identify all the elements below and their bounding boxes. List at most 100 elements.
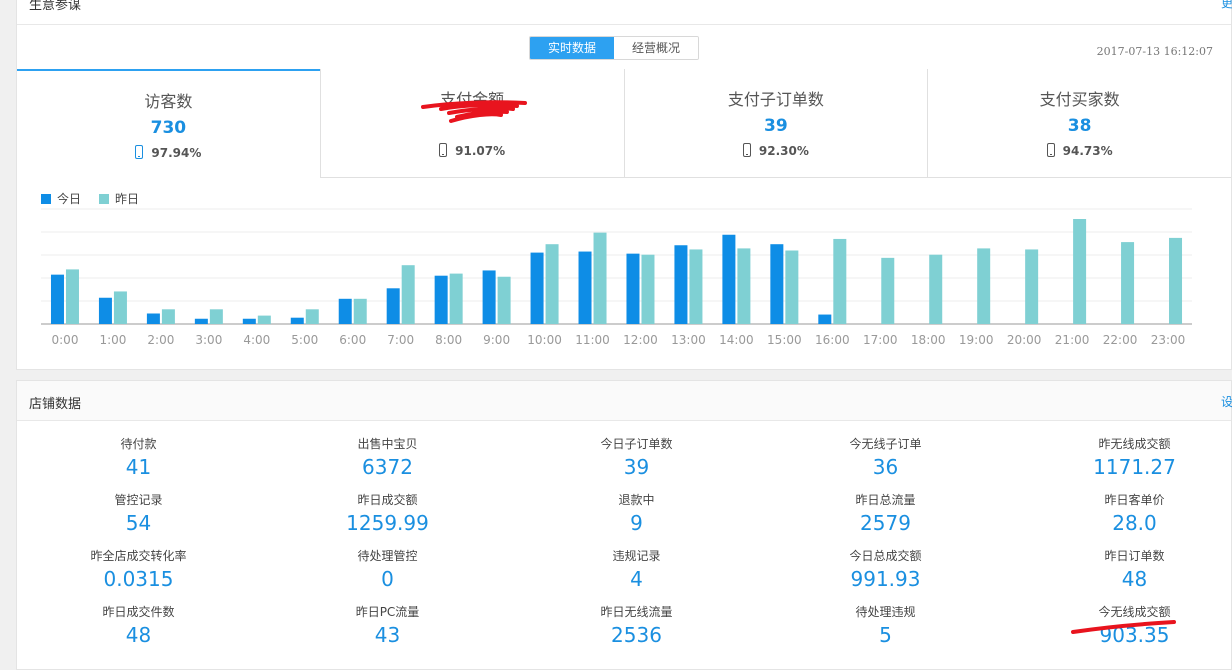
bar-yesterday-8:00[interactable] <box>449 273 463 324</box>
bar-yesterday-23:00[interactable] <box>1169 237 1183 324</box>
bar-yesterday-18:00[interactable] <box>929 254 943 324</box>
bar-yesterday-11:00[interactable] <box>593 232 607 324</box>
hourly-bar-chart: 0:00 1:00 2:00 3:00 4:00 5:00 6:00 7:00 8:00 9:00… <box>41 208 1192 347</box>
bar-yesterday-1:00[interactable] <box>113 291 127 324</box>
metric-mobile-ratio: 97.94% <box>17 145 320 160</box>
metric-value: 730 <box>150 118 187 138</box>
bar-yesterday-19:00[interactable] <box>977 248 991 324</box>
bar-today-14:00[interactable] <box>722 234 736 324</box>
stat-cell[interactable]: 昨日订单数 48 <box>1013 547 1232 591</box>
stat-cell[interactable]: 管控记录 54 <box>17 491 260 535</box>
bar-today-9:00[interactable] <box>482 270 496 324</box>
metric-buyers[interactable]: 支付买家数 38 94.73% <box>927 69 1231 177</box>
stat-cell[interactable]: 今日子订单数 39 <box>515 435 758 479</box>
stat-cell[interactable]: 今无线子订单 36 <box>764 435 1007 479</box>
bar-today-12:00[interactable] <box>626 253 640 324</box>
tab-realtime[interactable]: 实时数据 <box>530 37 615 59</box>
stat-value: 36 <box>872 455 899 479</box>
x-tick-label: 7:00 <box>387 333 414 347</box>
phone-icon <box>1046 143 1055 157</box>
stat-cell[interactable]: 待处理违规 5 <box>764 603 1007 647</box>
metric-payment-amount[interactable]: 支付金额 91.07% <box>319 69 624 177</box>
bar-yesterday-0:00[interactable] <box>65 269 79 324</box>
settings-link[interactable]: 设 <box>1221 393 1232 410</box>
bar-today-10:00[interactable] <box>530 252 544 324</box>
x-tick-label: 9:00 <box>483 333 510 347</box>
metric-suborders[interactable]: 支付子订单数 39 92.30% <box>623 69 928 177</box>
metric-visitors[interactable]: 访客数 730 97.94% <box>17 69 320 178</box>
stat-cell[interactable]: 昨全店成交转化率 0.0315 <box>17 547 260 591</box>
bar-today-8:00[interactable] <box>434 275 448 324</box>
bar-yesterday-3:00[interactable] <box>209 309 223 324</box>
bar-today-4:00[interactable] <box>242 318 256 324</box>
bar-yesterday-9:00[interactable] <box>497 276 511 324</box>
x-tick-label: 6:00 <box>339 333 366 347</box>
phone-icon <box>742 143 751 157</box>
bar-yesterday-22:00[interactable] <box>1121 242 1135 324</box>
stat-cell[interactable]: 违规记录 4 <box>515 547 758 591</box>
metric-label: 访客数 <box>144 92 193 111</box>
bar-yesterday-21:00[interactable] <box>1073 219 1087 324</box>
x-tick-label: 16:00 <box>815 333 850 347</box>
bar-today-2:00[interactable] <box>146 313 160 325</box>
stat-label: 昨日无线流量 <box>600 605 673 619</box>
stat-cell[interactable]: 昨日客单价 28.0 <box>1013 491 1232 535</box>
bar-yesterday-14:00[interactable] <box>737 248 751 324</box>
stat-value: 41 <box>125 455 152 479</box>
bar-yesterday-6:00[interactable] <box>353 298 367 324</box>
x-tick-label: 10:00 <box>527 333 562 347</box>
bar-yesterday-16:00[interactable] <box>833 238 847 324</box>
bar-today-15:00[interactable] <box>770 244 784 324</box>
panel-header: 店铺数据 设 <box>17 381 1232 421</box>
stat-cell[interactable]: 昨日成交件数 48 <box>17 603 260 647</box>
stat-cell[interactable]: 昨日无线流量 2536 <box>515 603 758 647</box>
stat-cell[interactable]: 出售中宝贝 6372 <box>266 435 509 479</box>
stat-value: 39 <box>623 455 650 479</box>
panel-header: 生意参谋 更 <box>17 0 1232 25</box>
stat-value: 2579 <box>860 511 911 535</box>
stat-cell[interactable]: 昨日成交额 1259.99 <box>266 491 509 535</box>
bar-today-3:00[interactable] <box>194 318 208 324</box>
x-tick-label: 22:00 <box>1103 333 1138 347</box>
stat-cell[interactable]: 昨日PC流量 43 <box>266 603 509 647</box>
stat-cell[interactable]: 退款中 9 <box>515 491 758 535</box>
phone-icon <box>439 143 448 157</box>
bar-yesterday-15:00[interactable] <box>785 250 799 325</box>
stat-value: 0 <box>381 567 394 591</box>
x-tick-label: 2:00 <box>147 333 174 347</box>
metric-label: 支付买家数 <box>1039 90 1120 109</box>
stat-cell[interactable]: 待处理管控 0 <box>266 547 509 591</box>
bar-yesterday-7:00[interactable] <box>401 265 415 324</box>
stat-label: 昨全店成交转化率 <box>90 549 187 563</box>
stat-cell[interactable]: 今日总成交额 991.93 <box>764 547 1007 591</box>
bar-yesterday-17:00[interactable] <box>881 257 895 324</box>
stat-value: 2536 <box>611 623 662 647</box>
tab-overview[interactable]: 经营概况 <box>614 37 699 59</box>
bar-yesterday-2:00[interactable] <box>161 309 175 324</box>
bar-yesterday-13:00[interactable] <box>689 249 703 324</box>
x-tick-label: 8:00 <box>435 333 462 347</box>
bar-today-7:00[interactable] <box>386 288 400 324</box>
stat-cell[interactable]: 待付款 41 <box>17 435 260 479</box>
stat-cell[interactable]: 昨无线成交额 1171.27 <box>1013 435 1232 479</box>
bar-today-13:00[interactable] <box>674 245 688 324</box>
bar-yesterday-20:00[interactable] <box>1025 249 1039 324</box>
metric-mobile-ratio: 94.73% <box>928 143 1231 158</box>
bar-yesterday-5:00[interactable] <box>305 309 319 324</box>
bar-today-5:00[interactable] <box>290 317 304 324</box>
bar-today-0:00[interactable] <box>50 274 64 324</box>
bar-today-1:00[interactable] <box>98 297 112 324</box>
stat-value: 991.93 <box>850 567 921 591</box>
metric-value: 39 <box>764 116 788 136</box>
stat-value: 28.0 <box>1112 511 1157 535</box>
bar-yesterday-4:00[interactable] <box>257 315 271 324</box>
stat-cell[interactable]: 昨日总流量 2579 <box>764 491 1007 535</box>
bar-today-6:00[interactable] <box>338 298 352 324</box>
bar-yesterday-10:00[interactable] <box>545 244 559 324</box>
timestamp: 2017-07-13 16:12:07 <box>1096 45 1213 58</box>
more-link[interactable]: 更 <box>1221 0 1232 11</box>
bar-today-16:00[interactable] <box>818 314 832 324</box>
stat-label: 出售中宝贝 <box>357 437 418 451</box>
bar-today-11:00[interactable] <box>578 251 592 324</box>
bar-yesterday-12:00[interactable] <box>641 254 655 324</box>
